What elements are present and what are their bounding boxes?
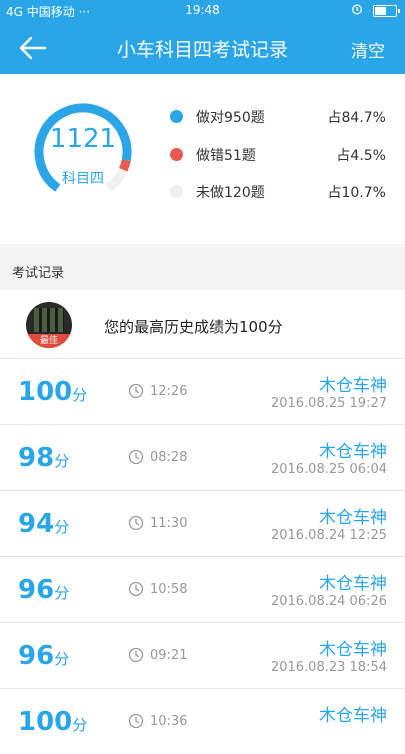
record-user-name: 木仓车神: [319, 574, 387, 594]
record-score: 100分: [18, 707, 87, 737]
record-row[interactable]: 94分 11:30 木仓车神 2016.08.24 12:25: [0, 490, 405, 556]
legend-row: 做对950题 占84.7%: [168, 105, 390, 129]
legend-row: 做错51题 占4.5%: [168, 143, 390, 167]
score-value: 98: [18, 443, 55, 473]
score-value: 100: [18, 377, 73, 407]
record-score: 98分: [18, 443, 69, 473]
legend-dot-icon: [170, 110, 183, 123]
best-badge-avatar: 最佳: [26, 302, 72, 348]
score-unit: 分: [54, 518, 70, 536]
score-unit: 分: [72, 386, 88, 404]
clear-button[interactable]: 清空: [351, 37, 385, 62]
score-value: 96: [18, 575, 55, 605]
record-duration: 10:36: [150, 714, 188, 729]
clock-icon: [128, 515, 144, 531]
legend-percent: 占4.5%: [336, 148, 386, 164]
record-score: 96分: [18, 641, 69, 671]
score-unit: 分: [54, 650, 70, 668]
score-unit: 分: [54, 584, 70, 602]
record-user-name: 木仓车神: [319, 640, 387, 660]
best-badge-label: 最佳: [26, 334, 72, 348]
record-date: 2016.08.24 06:26: [270, 594, 387, 609]
subject-label: 科目四: [62, 171, 104, 187]
section-title: 考试记录: [12, 266, 65, 281]
page-title: 小车科目四考试记录: [116, 39, 288, 61]
legend-percent: 占84.7%: [327, 110, 386, 126]
score-value: 94: [18, 509, 55, 539]
record-row[interactable]: 100分 10:36 木仓车神: [0, 688, 405, 754]
record-duration: 08:28: [150, 450, 188, 465]
record-date: 2016.08.23 18:54: [270, 660, 387, 675]
legend-dot-icon: [170, 148, 183, 161]
legend-label: 做对950题: [196, 110, 265, 126]
record-date: 2016.08.25 06:04: [270, 462, 387, 477]
legend-percent: 占10.7%: [327, 185, 386, 201]
score-unit: 分: [54, 452, 70, 470]
best-score-row: 最佳 您的最高历史成绩为100分: [0, 290, 405, 358]
alarm-icon: [351, 3, 363, 18]
record-user-name: 木仓车神: [319, 706, 387, 726]
record-row[interactable]: 98分 08:28 木仓车神 2016.08.25 06:04: [0, 424, 405, 490]
record-row[interactable]: 96分 10:58 木仓车神 2016.08.24 06:26: [0, 556, 405, 622]
record-duration: 10:58: [150, 582, 188, 597]
best-score-text: 您的最高历史成绩为100分: [104, 318, 283, 336]
legend-label: 做错51题: [196, 148, 256, 164]
record-date: 2016.08.24 12:25: [270, 528, 387, 543]
record-score: 94分: [18, 509, 69, 539]
record-user-name: 木仓车神: [319, 376, 387, 396]
legend-row: 未做120题 占10.7%: [168, 180, 390, 204]
record-row[interactable]: 100分 12:26 木仓车神 2016.08.25 19:27: [0, 358, 405, 424]
score-value: 96: [18, 641, 55, 671]
record-duration: 09:21: [150, 648, 188, 663]
legend-dot-icon: [170, 185, 183, 198]
record-score: 100分: [18, 377, 87, 407]
app-bar: 小车科目四考试记录 清空: [0, 22, 405, 74]
record-row[interactable]: 96分 09:21 木仓车神 2016.08.23 18:54: [0, 622, 405, 688]
clock-icon: [128, 581, 144, 597]
record-user-name: 木仓车神: [319, 508, 387, 528]
legend-label: 未做120题: [196, 185, 265, 201]
score-value: 100: [18, 707, 73, 737]
clock-icon: [128, 647, 144, 663]
record-user-name: 木仓车神: [319, 442, 387, 462]
clock-icon: [128, 449, 144, 465]
score-unit: 分: [72, 716, 88, 734]
clock-icon: [128, 713, 144, 729]
record-duration: 11:30: [150, 516, 188, 531]
battery-icon: [373, 4, 400, 17]
total-count: 1121: [49, 124, 117, 154]
record-score: 96分: [18, 575, 69, 605]
record-duration: 12:26: [150, 384, 188, 399]
status-bar: 4G 中国移动 ··· 19:48: [0, 0, 405, 22]
summary-panel: 1121 科目四 做对950题 占84.7% 做错51题 占4.5% 未做120题 占10…: [0, 74, 405, 244]
record-date: 2016.08.25 19:27: [270, 396, 387, 411]
progress-ring: 1121 科目四: [32, 94, 134, 210]
clock-icon: [128, 383, 144, 399]
clock: 19:48: [185, 3, 220, 17]
